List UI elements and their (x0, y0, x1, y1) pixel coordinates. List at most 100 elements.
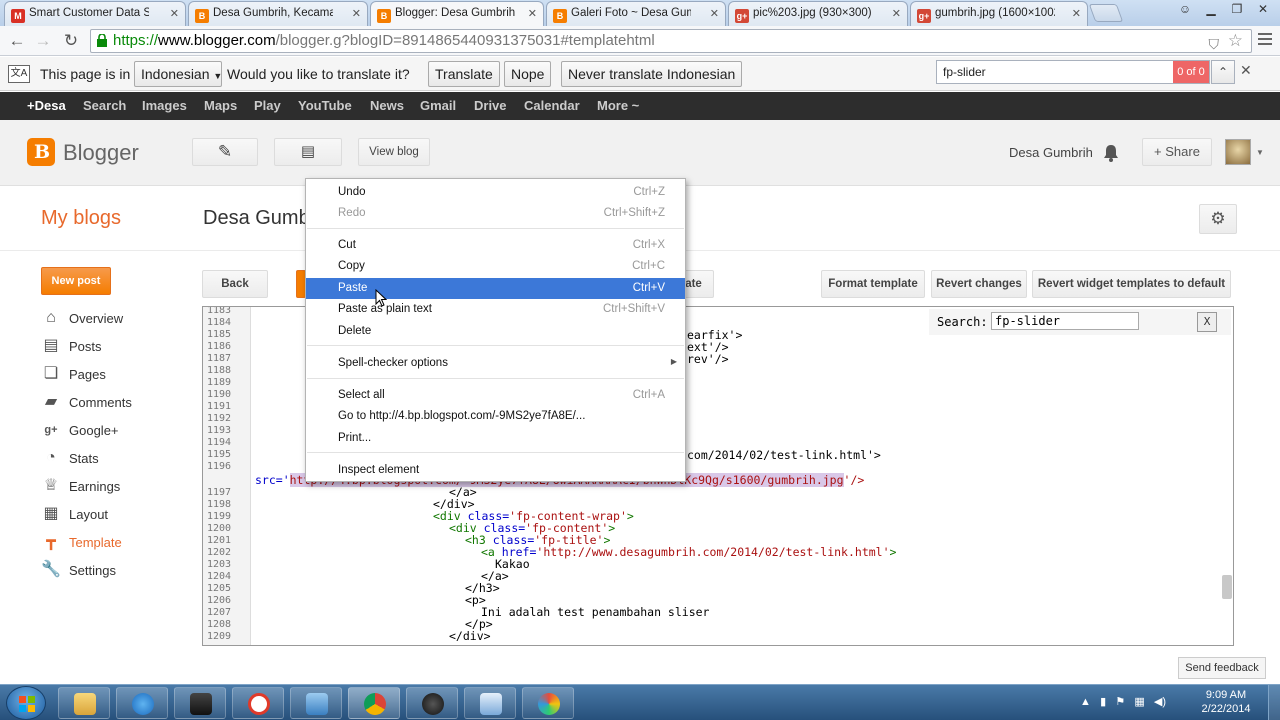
tab-smart-customer[interactable]: MSmart Customer Data Serv✕ (4, 1, 186, 26)
menu-item-spell-checker[interactable]: Spell-checker options ▶ (306, 353, 685, 374)
taskbar-ie[interactable] (116, 687, 168, 719)
gbar-more[interactable]: More ~ (597, 98, 639, 113)
tab-pic-203[interactable]: g+ pic%203.jpg (930×300) ✕ (728, 1, 908, 26)
google-plus-icon: g+ (735, 9, 749, 23)
never-translate-button[interactable]: Never translate Indonesian (561, 61, 743, 87)
menu-icon[interactable] (1258, 33, 1272, 48)
gbar-maps[interactable]: Maps (204, 98, 237, 113)
gbar-news[interactable]: News (370, 98, 404, 113)
menu-item-select-all[interactable]: Select all Ctrl+A (306, 385, 685, 406)
menu-item-paste-plain-text[interactable]: Paste as plain text Ctrl+Shift+V (306, 299, 685, 320)
tab-desa-gumbrih[interactable]: BDesa Gumbrih, Kecamatan✕ (188, 1, 368, 26)
menu-item-delete[interactable]: Delete (306, 321, 685, 342)
person-icon[interactable]: ☺ (1172, 0, 1198, 18)
my-blogs-link[interactable]: My blogs (41, 207, 121, 230)
find-close-icon[interactable]: ✕ (1240, 62, 1252, 79)
scrollbar-thumb[interactable] (1222, 575, 1232, 599)
close-icon[interactable]: ✕ (528, 7, 537, 20)
gbar-calendar[interactable]: Calendar (524, 98, 580, 113)
browser-toolbar: ← → ↻ https://www.blogger.com/blogger.g?… (0, 26, 1280, 56)
taskbar-wordpad[interactable] (464, 687, 516, 719)
menu-item-undo[interactable]: Undo Ctrl+Z (306, 182, 685, 203)
posts-list-icon[interactable]: ▤ (274, 138, 342, 166)
close-icon[interactable]: ✕ (170, 7, 179, 20)
language-select[interactable]: Indonesian ▼ (134, 61, 222, 87)
user-name[interactable]: Desa Gumbrih (1009, 145, 1093, 160)
menu-item-inspect-element[interactable]: Inspect element (306, 460, 685, 481)
find-up-icon[interactable]: ⌃ (1211, 60, 1235, 84)
editor-search-box: Search: fp-slider X (929, 309, 1231, 335)
close-icon[interactable]: ✕ (892, 7, 901, 20)
close-icon[interactable]: ✕ (352, 7, 361, 20)
gbar-youtube[interactable]: YouTube (298, 98, 352, 113)
obs-icon (422, 693, 444, 715)
tab-gumbrih-jpg[interactable]: g+ gumbrih.jpg (1600×1002) ✕ (910, 1, 1088, 26)
menu-separator (307, 345, 684, 346)
revert-widget-templates-button[interactable]: Revert widget templates to default (1032, 270, 1231, 298)
share-button[interactable]: + Share (1142, 138, 1212, 166)
windows-taskbar: ▲ ▮ ⚑ ▦ ◀) 9:09 AM 2/22/2014 (0, 684, 1280, 720)
send-feedback-button[interactable]: Send feedback (1178, 657, 1266, 679)
new-tab-button[interactable] (1088, 4, 1124, 22)
battery-icon[interactable]: ▮ (1100, 696, 1106, 708)
translate-button[interactable]: Translate (428, 61, 500, 87)
taskbar-paint[interactable] (522, 687, 574, 719)
blogger-logo-icon[interactable] (27, 138, 55, 166)
restore-icon[interactable]: ❐ (1224, 0, 1250, 18)
revert-changes-button[interactable]: Revert changes (931, 270, 1027, 298)
new-post-button[interactable]: New post (41, 267, 111, 295)
back-icon[interactable]: ← (6, 30, 28, 52)
format-template-button[interactable]: Format template (821, 270, 925, 298)
windows-start-icon[interactable] (6, 686, 46, 720)
network-icon[interactable]: ▦ (1134, 696, 1144, 708)
chevron-down-icon[interactable]: ▼ (1256, 148, 1264, 157)
find-input[interactable]: fp-slider 0 of 0 (936, 60, 1210, 84)
taskbar-media[interactable] (174, 687, 226, 719)
bell-icon[interactable] (1103, 144, 1119, 162)
menu-item-go-to-link[interactable]: Go to http://4.bp.blogspot.com/-9MS2ye7f… (306, 406, 685, 427)
taskbar-obs[interactable] (406, 687, 458, 719)
star-icon[interactable]: ☆ (1228, 30, 1243, 52)
paint-icon (538, 693, 560, 715)
back-button[interactable]: Back (202, 270, 268, 298)
gbar-play[interactable]: Play (254, 98, 281, 113)
pencil-icon[interactable]: ✎ (192, 138, 258, 166)
close-window-icon[interactable]: ✕ (1250, 0, 1276, 18)
taskbar-chrome[interactable] (348, 687, 400, 719)
gbar-drive[interactable]: Drive (474, 98, 507, 113)
flag-icon[interactable]: ⚑ (1115, 696, 1125, 708)
avatar[interactable] (1225, 139, 1251, 165)
gbar-gmail[interactable]: Gmail (420, 98, 456, 113)
nope-button[interactable]: Nope (504, 61, 552, 87)
minimize-icon[interactable]: ▁ (1198, 0, 1224, 18)
gbar-images[interactable]: Images (142, 98, 187, 113)
view-blog-button[interactable]: View blog (358, 138, 430, 166)
gbar-plus-desa[interactable]: +Desa (27, 98, 66, 113)
menu-item-print[interactable]: Print... (306, 428, 685, 449)
gear-icon[interactable]: ⚙ (1199, 204, 1237, 234)
taskbar-explorer[interactable] (58, 687, 110, 719)
menu-item-cut[interactable]: Cut Ctrl+X (306, 235, 685, 256)
reload-icon[interactable]: ↻ (60, 30, 82, 52)
gbar-search[interactable]: Search (83, 98, 126, 113)
forward-icon[interactable]: → (32, 30, 54, 52)
show-desktop-button[interactable] (1268, 685, 1280, 720)
tab-blogger-active[interactable]: BBlogger: Desa Gumbrih, K✕ (370, 1, 544, 27)
menu-item-copy[interactable]: Copy Ctrl+C (306, 256, 685, 277)
menu-separator (307, 228, 684, 229)
close-icon[interactable]: ✕ (710, 7, 719, 20)
taskbar-app-red[interactable] (232, 687, 284, 719)
shield-icon[interactable]: ⛉ (1209, 33, 1220, 55)
trophy-icon: ♕ (43, 477, 59, 494)
close-icon[interactable]: ✕ (1072, 7, 1081, 20)
menu-item-redo[interactable]: Redo Ctrl+Shift+Z (306, 203, 685, 224)
taskbar-control-panel[interactable] (290, 687, 342, 719)
taskbar-clock[interactable]: 9:09 AM 2/22/2014 (1194, 688, 1258, 716)
editor-search-close-button[interactable]: X (1197, 312, 1217, 332)
volume-icon[interactable]: ◀) (1154, 696, 1166, 708)
tab-galeri-foto[interactable]: BGaleri Foto ~ Desa Gumbr✕ (546, 1, 726, 26)
chevron-up-icon[interactable]: ▲ (1080, 696, 1091, 708)
menu-item-paste[interactable]: Paste Ctrl+V (306, 278, 685, 299)
editor-search-input[interactable]: fp-slider (991, 312, 1139, 330)
address-bar[interactable]: https://www.blogger.com/blogger.g?blogID… (90, 29, 1252, 53)
